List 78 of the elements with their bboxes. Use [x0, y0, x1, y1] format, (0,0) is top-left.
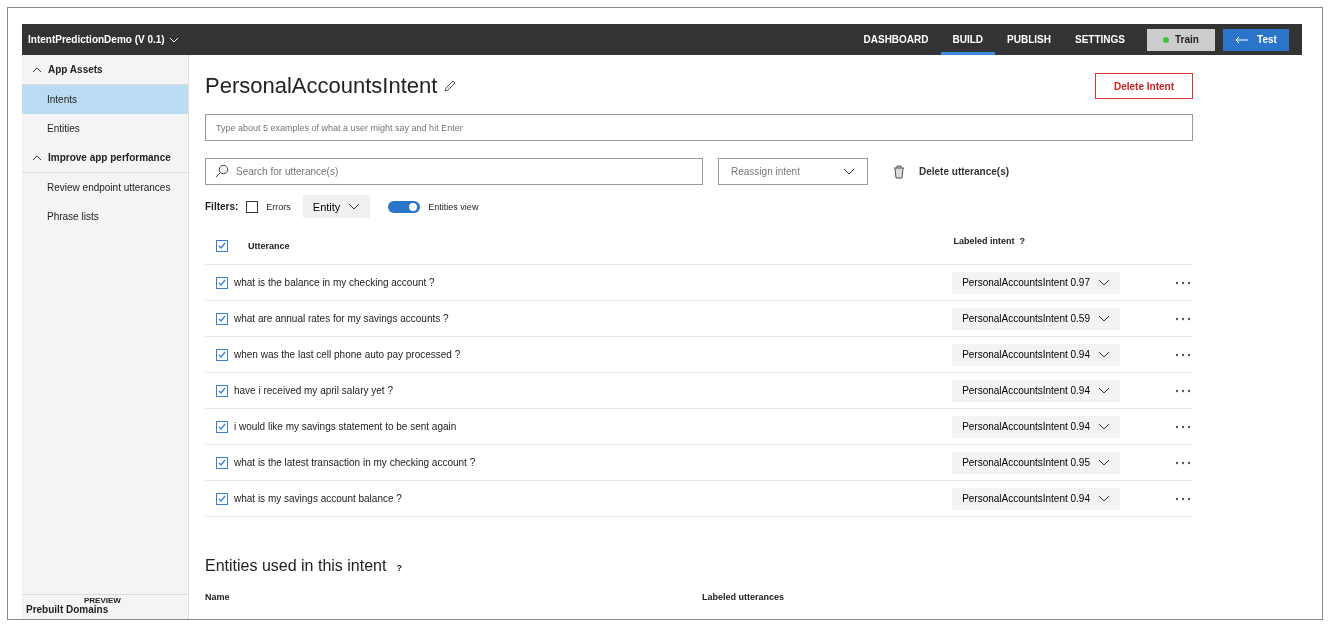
chevron-down-icon — [348, 203, 361, 210]
chevron-down-icon — [1098, 351, 1110, 358]
chevron-down-icon — [1098, 387, 1110, 394]
chevron-down-icon — [168, 36, 179, 43]
chevron-down-icon — [1098, 459, 1110, 466]
help-icon[interactable]: ? — [396, 563, 402, 573]
more-icon[interactable] — [1175, 352, 1191, 357]
chevron-down-icon — [1098, 495, 1110, 502]
utterance-text: what is the balance in my checking account ? — [234, 277, 435, 288]
utterance-text: what are annual rates for my savings accounts ? — [234, 313, 449, 324]
entity-dropdown[interactable]: Entity — [302, 195, 371, 218]
more-icon[interactable] — [1175, 316, 1191, 321]
help-icon[interactable]: ? — [1019, 236, 1025, 246]
filters-label: Filters: — [205, 201, 239, 212]
more-icon[interactable] — [1175, 280, 1191, 285]
row-checkbox[interactable] — [216, 420, 228, 433]
row-checkbox[interactable] — [216, 384, 228, 397]
utterance-text: i would like my savings statement to be sent again — [234, 421, 457, 432]
chevron-down-icon — [1098, 423, 1110, 430]
intent-dropdown[interactable]: PersonalAccountsIntent 0.97 — [952, 271, 1120, 294]
pencil-icon[interactable] — [443, 79, 458, 93]
intent-title: PersonalAccountsIntent — [205, 73, 438, 99]
chevron-down-icon — [1098, 279, 1110, 286]
intent-dropdown[interactable]: PersonalAccountsIntent 0.94 — [952, 343, 1120, 366]
row-checkbox[interactable] — [216, 456, 228, 469]
arrow-left-icon — [1235, 35, 1250, 44]
sidebar-item[interactable]: Review endpoint utterances — [22, 173, 188, 202]
delete-utterances-link[interactable]: Delete utterance(s) — [919, 166, 1010, 177]
intent-dropdown[interactable]: PersonalAccountsIntent 0.95 — [952, 451, 1120, 474]
app-title[interactable]: IntentPredictionDemo (V 0.1) — [22, 34, 179, 45]
column-header: Utterance — [248, 241, 290, 251]
sidebar-footer[interactable]: PREVIEW Prebuilt Domains — [22, 594, 188, 619]
nav-tab[interactable]: PUBLISH — [995, 24, 1063, 55]
errors-label: Errors — [266, 201, 291, 212]
chevron-down-icon — [1098, 315, 1110, 322]
row-checkbox[interactable] — [216, 348, 228, 361]
chevron-up-icon — [32, 66, 42, 73]
search-icon — [215, 164, 229, 178]
column-header: Name — [205, 592, 231, 602]
more-icon[interactable] — [1175, 388, 1191, 393]
utterance-input-field[interactable]: Type about 5 examples of what a user might say and hit Enter — [205, 114, 1193, 141]
column-header: Labeled utterances — [702, 592, 785, 602]
sidebar-item[interactable]: Entities — [22, 114, 188, 143]
intent-dropdown[interactable]: PersonalAccountsIntent 0.94 — [952, 415, 1120, 438]
sidebar-section-header[interactable]: Improve app performance — [22, 143, 188, 173]
trash-icon[interactable] — [893, 164, 905, 179]
delete-intent-button[interactable]: Delete Intent — [1095, 73, 1193, 99]
errors-checkbox[interactable] — [246, 200, 259, 213]
intent-dropdown[interactable]: PersonalAccountsIntent 0.59 — [952, 307, 1120, 330]
intent-dropdown[interactable]: PersonalAccountsIntent 0.94 — [952, 379, 1120, 402]
column-header: Labeled intent — [953, 236, 1015, 246]
entities-view-toggle[interactable] — [388, 200, 421, 213]
section-title: Entities used in this intent — [205, 557, 387, 575]
chevron-up-icon — [32, 154, 42, 161]
sidebar-item[interactable]: Phrase lists — [22, 202, 188, 231]
row-checkbox[interactable] — [216, 492, 228, 505]
nav-tab[interactable]: DASHBOARD — [851, 24, 941, 55]
row-checkbox[interactable] — [216, 276, 228, 289]
utterance-text: have i received my april salary yet ? — [234, 385, 393, 396]
prebuilt-domains-label: Prebuilt Domains — [26, 604, 109, 615]
row-checkbox[interactable] — [216, 312, 228, 325]
reassign-intent-dropdown[interactable]: Reassign intent — [718, 158, 868, 185]
train-button[interactable]: Train — [1147, 28, 1215, 51]
search-field[interactable]: Search for utterance(s) — [205, 158, 703, 185]
chevron-down-icon — [843, 168, 855, 175]
test-button[interactable]: Test — [1223, 28, 1289, 51]
more-icon[interactable] — [1175, 496, 1191, 501]
entities-view-label: Entities view — [428, 201, 479, 212]
preview-label: PREVIEW — [84, 596, 121, 605]
sidebar-item[interactable]: Intents — [22, 85, 188, 114]
more-icon[interactable] — [1175, 424, 1191, 429]
utterance-text: what is my savings account balance ? — [234, 493, 402, 504]
more-icon[interactable] — [1175, 460, 1191, 465]
utterance-text: what is the latest transaction in my checking account ? — [234, 457, 476, 468]
select-all-checkbox[interactable] — [216, 240, 228, 252]
nav-tab[interactable]: SETTINGS — [1063, 24, 1137, 55]
utterance-text: when was the last cell phone auto pay processed ? — [234, 349, 461, 360]
intent-dropdown[interactable]: PersonalAccountsIntent 0.94 — [952, 487, 1120, 510]
